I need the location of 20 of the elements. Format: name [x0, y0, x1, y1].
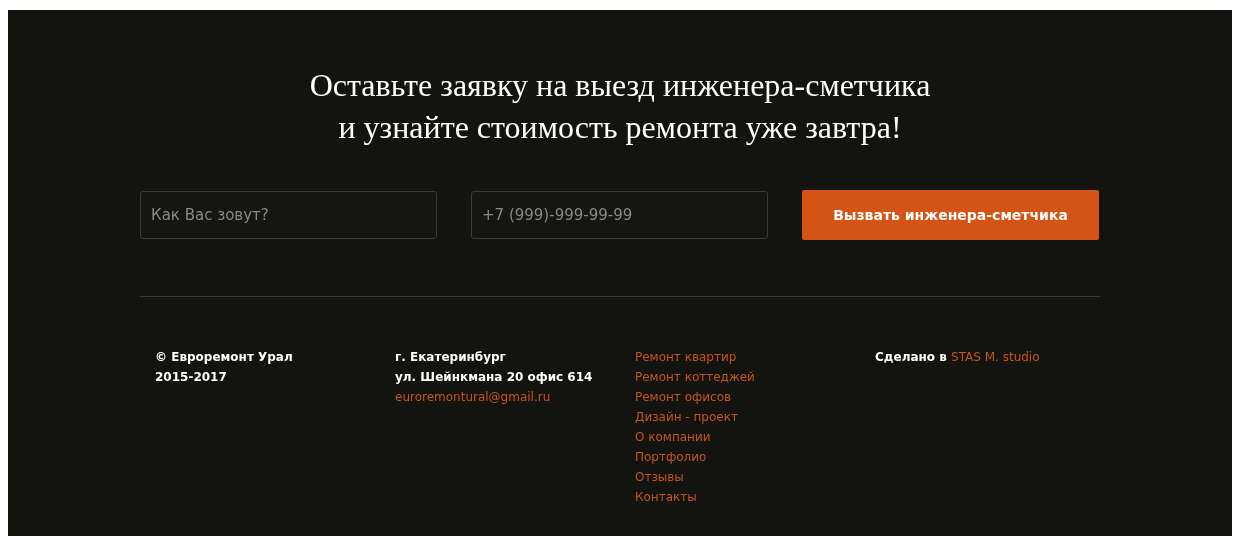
- footer-menu-link[interactable]: Ремонт офисов: [635, 387, 732, 407]
- footer-menu-link[interactable]: О компании: [635, 427, 711, 447]
- footer-menu-link[interactable]: Контакты: [635, 487, 697, 507]
- footer-menu-link[interactable]: Отзывы: [635, 467, 684, 487]
- copyright-text: © Евроремонт Урал: [155, 349, 293, 366]
- address-text: г. Екатеринбург: [395, 349, 506, 366]
- heading-line: и узнайте стоимость ремонта уже завтра!: [338, 108, 902, 147]
- footer-menu-link[interactable]: Портфолио: [635, 447, 707, 467]
- credit-text: Сделано в STAS M. studio: [875, 349, 1040, 366]
- name-field[interactable]: Как Вас зовут?: [140, 191, 437, 239]
- submit-button[interactable]: Вызвать инженера-сметчика: [802, 190, 1099, 240]
- address-text: ул. Шейнкмана 20 офис 614: [395, 369, 593, 386]
- copyright-text: 2015-2017: [155, 369, 227, 386]
- footer-menu-link[interactable]: Дизайн - проект: [635, 407, 738, 427]
- footer-menu-link[interactable]: Ремонт коттеджей: [635, 367, 755, 387]
- footer-menu-link[interactable]: Ремонт квартир: [635, 347, 737, 367]
- studio-link[interactable]: STAS M. studio: [951, 350, 1040, 364]
- email-link[interactable]: euroremontural@gmail.ru: [395, 387, 551, 407]
- phone-field[interactable]: +7 (999)-999-99-99: [471, 191, 768, 239]
- heading-line: Оставьте заявку на выезд инженера-сметчика: [309, 66, 931, 105]
